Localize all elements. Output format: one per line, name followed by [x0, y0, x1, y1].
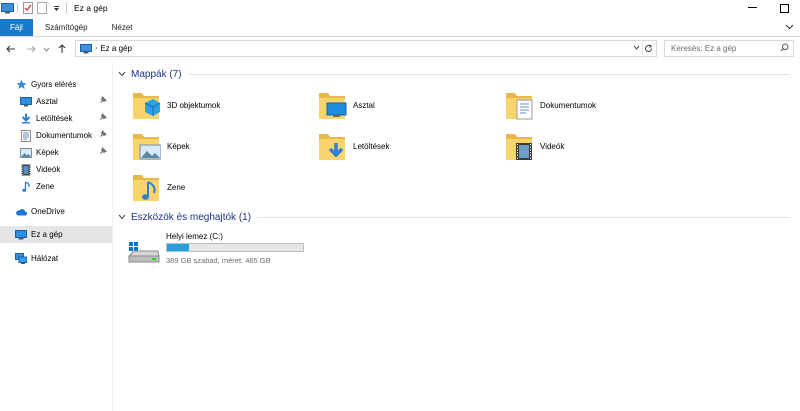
quick-access-toolbar	[0, 0, 70, 16]
sidebar-item-pictures[interactable]: Képek	[0, 144, 112, 161]
desktop-icon	[20, 96, 32, 108]
drive-name: Helyi lemez (C:)	[166, 232, 223, 241]
sidebar-item-documents[interactable]: Dokumentumok	[0, 127, 112, 144]
section-title: Eszközök és meghajtók (1)	[131, 212, 252, 223]
properties-icon[interactable]	[21, 1, 35, 15]
pictures-folder-icon	[131, 130, 162, 162]
folder-label: Asztal	[353, 100, 375, 110]
music-icon	[20, 180, 32, 193]
network-icon	[15, 253, 27, 265]
sidebar-item-videos[interactable]: Videók	[0, 161, 112, 178]
sidebar-item-this-pc[interactable]: Ez a gép	[0, 226, 112, 243]
chevron-down-icon[interactable]	[118, 213, 126, 222]
section-header-folders[interactable]: Mappák (7)	[118, 69, 790, 80]
folder-item-3d-objects[interactable]: 3D objektumok	[131, 89, 220, 121]
sidebar-item-label: Zene	[36, 182, 55, 191]
folder-item-music[interactable]: Zene	[131, 171, 185, 203]
sidebar-item-downloads[interactable]: Letöltések	[0, 110, 112, 127]
folder-label: Zene	[167, 182, 186, 192]
folder-label: Dokumentumok	[540, 100, 597, 110]
sidebar-item-desktop[interactable]: Asztal	[0, 93, 112, 110]
downloads-folder-icon	[317, 130, 347, 162]
navigation-bar: › Ez a gép Keresés: Ez a gép	[0, 40, 800, 58]
folder-label: Letöltések	[353, 141, 390, 151]
sidebar-item-label: Dokumentumok	[36, 131, 93, 140]
search-input[interactable]: Keresés: Ez a gép	[664, 40, 794, 57]
ribbon-expand-icon[interactable]	[785, 22, 794, 33]
title-bar: Ez a gép	[0, 0, 800, 16]
back-arrow-icon[interactable]	[4, 42, 18, 56]
pane-divider[interactable]	[112, 62, 113, 411]
folder-item-downloads[interactable]: Letöltések	[317, 130, 389, 162]
customize-toolbar-chevron-icon[interactable]	[49, 1, 63, 15]
address-dropdown-icon[interactable]	[633, 43, 640, 52]
computer-icon[interactable]	[0, 1, 14, 15]
pin-icon[interactable]	[100, 130, 107, 139]
navigation-pane: Gyors elérés Asztal Letöltések Dokumentu…	[0, 70, 112, 411]
sidebar-item-label: Asztal	[36, 97, 58, 106]
search-placeholder: Keresés: Ez a gép	[671, 44, 737, 53]
section-title: Mappák (7)	[131, 69, 182, 80]
chevron-down-icon[interactable]	[118, 70, 126, 79]
music-folder-icon	[131, 171, 161, 203]
drive-item-c[interactable]: Helyi lemez (C:) 389 GB szabad, méret: 4…	[127, 230, 328, 268]
sidebar-item-network[interactable]: Hálózat	[0, 250, 112, 267]
folder-label: Videók	[540, 141, 565, 151]
pictures-icon	[20, 147, 32, 159]
breadcrumb-separator-icon[interactable]: ›	[95, 45, 97, 52]
pin-icon[interactable]	[100, 147, 107, 156]
computer-icon	[15, 229, 27, 241]
up-arrow-icon[interactable]	[55, 42, 69, 56]
computer-icon	[80, 43, 92, 54]
sidebar-item-label: Videók	[36, 165, 61, 174]
sidebar-item-label: Hálózat	[31, 254, 59, 263]
folder-item-desktop[interactable]: Asztal	[317, 89, 375, 121]
3d-objects-folder-icon	[131, 89, 161, 121]
sidebar-item-label: Képek	[36, 148, 59, 157]
maximize-button[interactable]	[768, 0, 800, 16]
recent-locations-chevron-icon[interactable]	[39, 42, 53, 56]
section-header-devices[interactable]: Eszközök és meghajtók (1)	[118, 212, 790, 223]
videos-icon	[20, 164, 32, 176]
sidebar-item-onedrive[interactable]: OneDrive	[0, 203, 112, 220]
pin-icon[interactable]	[100, 113, 107, 122]
breadcrumb-current[interactable]: Ez a gép	[100, 44, 132, 53]
drive-usage-bar	[166, 243, 304, 252]
documents-folder-icon	[504, 89, 534, 121]
folder-label: Képek	[167, 141, 190, 151]
hard-drive-icon	[127, 236, 160, 266]
sidebar-item-label: Letöltések	[36, 114, 73, 123]
cloud-icon	[15, 206, 27, 218]
drive-space-info: 389 GB szabad, méret: 465 GB	[166, 256, 271, 265]
download-icon	[20, 113, 32, 125]
folder-item-documents[interactable]: Dokumentumok	[504, 89, 596, 121]
search-icon[interactable]	[780, 43, 789, 54]
tab-view[interactable]: Nézet	[100, 19, 145, 36]
forward-arrow-icon[interactable]	[24, 42, 38, 56]
desktop-folder-icon	[317, 89, 347, 121]
window-title: Ez a gép	[74, 3, 108, 13]
folder-item-pictures[interactable]: Képek	[131, 130, 190, 162]
ribbon-tabs: Fájl Számítógép Nézet	[0, 19, 800, 37]
videos-folder-icon	[504, 130, 534, 162]
drive-usage-fill	[167, 244, 190, 251]
documents-icon	[20, 129, 32, 142]
sidebar-item-music[interactable]: Zene	[0, 178, 112, 195]
sidebar-item-label: OneDrive	[31, 207, 65, 216]
sidebar-item-label: Gyors elérés	[31, 80, 77, 89]
refresh-icon[interactable]	[642, 42, 654, 55]
new-folder-icon[interactable]	[35, 1, 49, 15]
pin-icon[interactable]	[100, 96, 107, 105]
star-icon	[15, 79, 27, 91]
folder-item-videos[interactable]: Videók	[504, 130, 564, 162]
folder-label: 3D objektumok	[167, 100, 221, 110]
minimize-button[interactable]	[736, 0, 768, 16]
sidebar-item-label: Ez a gép	[31, 230, 63, 239]
tab-computer[interactable]: Számítógép	[33, 19, 100, 36]
address-bar[interactable]: › Ez a gép	[75, 40, 657, 57]
sidebar-item-quick-access[interactable]: Gyors elérés	[0, 76, 112, 93]
tab-file[interactable]: Fájl	[0, 19, 33, 36]
